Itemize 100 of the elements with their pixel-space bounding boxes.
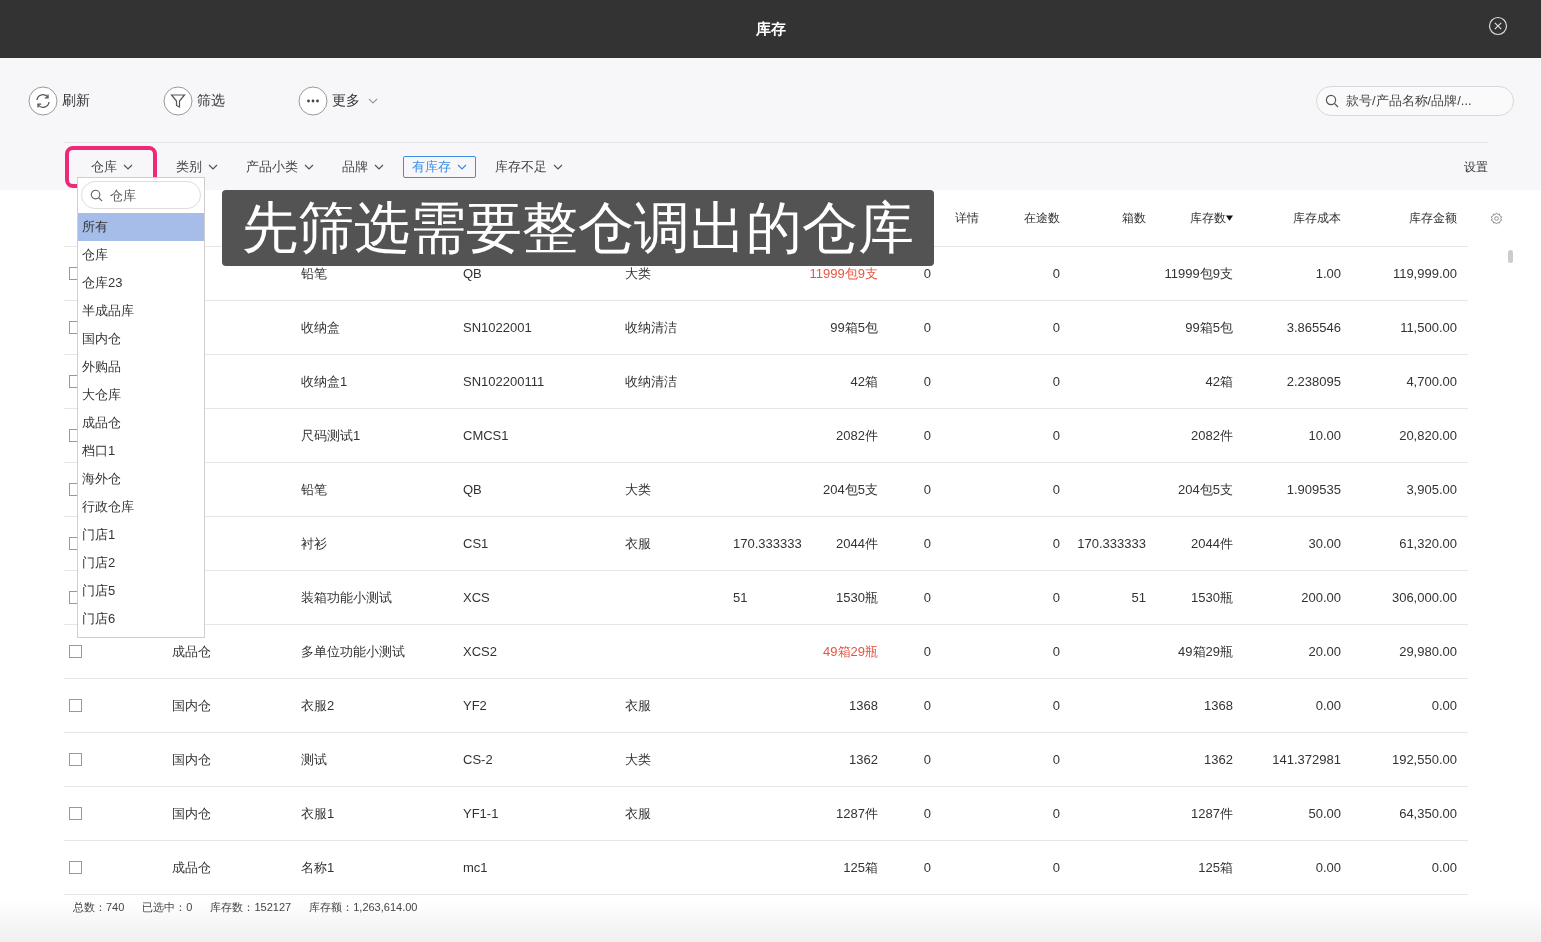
sort-icon[interactable] [1226, 215, 1233, 221]
table-cell: 0.00 [1315, 860, 1341, 875]
row-checkbox[interactable] [69, 861, 82, 874]
table-cell: 42箱 [1205, 373, 1233, 389]
table-cell: 51 [1131, 590, 1146, 605]
dropdown-item[interactable]: 成品仓 [78, 409, 204, 437]
dropdown-item[interactable]: 半成品库 [78, 297, 204, 325]
caret-icon [123, 164, 133, 170]
table-cell: 1.909535 [1286, 482, 1341, 497]
table-cell: 收纳盒1 [301, 373, 348, 389]
table-cell: 尺码测试1 [301, 427, 361, 443]
dropdown-search-field[interactable]: 仓库 [81, 181, 201, 209]
dropdown-item[interactable]: 国内仓 [78, 325, 204, 353]
table-cell: 衣服 [625, 805, 651, 821]
table-cell: 204包5支 [1178, 481, 1233, 497]
table-cell: 收纳清洁 [625, 373, 677, 389]
table-cell: CS1 [463, 536, 489, 551]
table-cell: 0.00 [1315, 698, 1341, 713]
table-cell: 大类 [625, 751, 651, 767]
table-cell: 50.00 [1308, 806, 1341, 821]
table-cell: 170.333333 [733, 536, 802, 551]
summary-text: 总数：740 [73, 900, 125, 915]
summary-text: 库存数：152127 [210, 900, 292, 915]
table-cell: 141.372981 [1272, 752, 1341, 767]
row-checkbox[interactable] [69, 699, 82, 712]
dropdown-item[interactable]: 门店5 [78, 577, 204, 605]
dropdown-item[interactable]: 所有 [78, 213, 204, 241]
close-icon[interactable] [1488, 16, 1508, 36]
table-cell: 0 [923, 320, 931, 335]
table-cell: YF2 [463, 698, 487, 713]
table-cell: 1368 [849, 698, 878, 713]
row-checkbox[interactable] [69, 753, 82, 766]
table-cell: 119,999.00 [1392, 266, 1457, 281]
more-icon[interactable] [298, 85, 328, 116]
row-checkbox[interactable] [69, 807, 82, 820]
filter-icon[interactable] [163, 85, 193, 116]
table-cell: 49箱29瓶 [1178, 643, 1233, 659]
table-cell: 0 [1052, 644, 1060, 659]
filter-dropdown[interactable]: 产品小类 [237, 156, 323, 178]
refresh-button[interactable]: 刷新 [62, 91, 90, 110]
dropdown-item[interactable]: 门店6 [78, 605, 204, 633]
table-cell: 192,550.00 [1391, 752, 1457, 767]
table-cell: 0 [1052, 266, 1060, 281]
table-cell: 0 [1052, 482, 1060, 497]
table-cell: CS-2 [463, 752, 493, 767]
table-cell: 0 [923, 860, 931, 875]
table-cell: 衣服 [625, 535, 651, 551]
settings-link[interactable]: 设置 [1464, 158, 1488, 176]
column-header[interactable]: 库存数 [1190, 209, 1233, 227]
table-cell: 0 [1052, 536, 1060, 551]
filter-dropdown[interactable]: 品牌 [333, 156, 393, 178]
search-field[interactable]: 款号/产品名称/品牌/... [1316, 85, 1514, 116]
search-icon [90, 189, 103, 202]
table-cell: 衬衫 [301, 535, 327, 551]
table-cell: 0 [1052, 806, 1060, 821]
table-cell: 11999包9支 [1164, 265, 1233, 281]
dropdown-item[interactable]: 海外仓 [78, 465, 204, 493]
table-cell: 0.00 [1431, 860, 1457, 875]
table-cell: CMCS1 [463, 428, 509, 443]
dropdown-item[interactable]: 门店2 [78, 549, 204, 577]
table-cell: SN1022001 [463, 320, 532, 335]
search-icon [1325, 93, 1339, 108]
table-cell: 4,700.00 [1406, 374, 1457, 389]
dropdown-item[interactable]: 外购品 [78, 353, 204, 381]
caret-icon [457, 164, 467, 170]
table-cell: 125箱 [1198, 859, 1233, 875]
dropdown-item[interactable]: 大仓库 [78, 381, 204, 409]
column-header[interactable]: 详情 [955, 209, 979, 227]
table-cell: 2082件 [836, 427, 878, 443]
table-cell: 3,905.00 [1406, 482, 1457, 497]
settings-icon[interactable] [1490, 212, 1503, 225]
filter-dropdown[interactable]: 库存不足 [486, 156, 572, 178]
filter-button[interactable]: 筛选 [197, 91, 225, 110]
column-header[interactable]: 箱数 [1122, 209, 1146, 227]
table-cell: 0 [1052, 428, 1060, 443]
dropdown-item[interactable]: 仓库23 [78, 269, 204, 297]
column-header[interactable]: 在途数 [1024, 209, 1060, 227]
table-cell: 11,500.00 [1400, 320, 1457, 335]
table-cell: 11999包9支 [809, 265, 878, 281]
more-button[interactable]: 更多 [332, 91, 360, 110]
table-cell: 125箱 [843, 859, 878, 875]
table-cell: 61,320.00 [1399, 536, 1457, 551]
table-cell: mc1 [463, 860, 488, 875]
table-cell: 1362 [849, 752, 878, 767]
table-cell: 1530瓶 [836, 589, 878, 605]
row-checkbox[interactable] [69, 645, 82, 658]
table-cell: 170.333333 [1077, 536, 1146, 551]
scrollbar-thumb[interactable] [1508, 250, 1513, 263]
summary-text: 已选中：0 [142, 900, 193, 915]
table-cell: 3.865546 [1286, 320, 1341, 335]
table-cell: 收纳清洁 [625, 319, 677, 335]
dropdown-item[interactable]: 档口1 [78, 437, 204, 465]
dropdown-item[interactable]: 仓库 [78, 241, 204, 269]
column-header[interactable]: 库存金额 [1409, 209, 1457, 227]
table-cell: 51 [733, 590, 748, 605]
dropdown-item[interactable]: 行政仓库 [78, 493, 204, 521]
dropdown-item[interactable]: 门店1 [78, 521, 204, 549]
table-cell: 2044件 [1191, 535, 1233, 551]
column-header[interactable]: 库存成本 [1293, 209, 1341, 227]
refresh-icon[interactable] [28, 85, 58, 116]
